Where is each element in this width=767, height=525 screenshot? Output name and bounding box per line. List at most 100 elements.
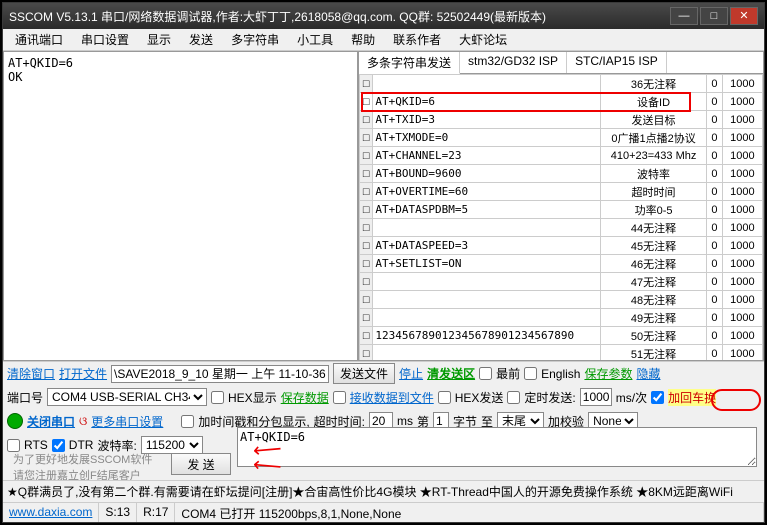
row-cmd[interactable]: AT+BOUND=9600: [373, 165, 601, 183]
row-send-button[interactable]: □: [360, 111, 373, 129]
row-cmd[interactable]: AT+DATASPEED=3: [373, 237, 601, 255]
row-cmd[interactable]: AT+QKID=6: [373, 93, 601, 111]
menu-小工具[interactable]: 小工具: [289, 29, 341, 50]
open-file-button[interactable]: 打开文件: [59, 365, 107, 382]
english-checkbox[interactable]: [524, 367, 537, 380]
row-ms[interactable]: 1000: [722, 291, 762, 309]
row-ms[interactable]: 1000: [722, 111, 762, 129]
row-cmd[interactable]: 123456789012345678901234567890: [373, 327, 601, 345]
row-ms[interactable]: 1000: [722, 219, 762, 237]
row-send-button[interactable]: □: [360, 255, 373, 273]
menu-串口设置[interactable]: 串口设置: [73, 29, 137, 50]
row-desc[interactable]: 50无注释: [600, 327, 706, 345]
row-desc[interactable]: 46无注释: [600, 255, 706, 273]
row-ms[interactable]: 1000: [722, 93, 762, 111]
row-desc[interactable]: 超时时间: [600, 183, 706, 201]
row-send-button[interactable]: □: [360, 93, 373, 111]
row-send-button[interactable]: □: [360, 165, 373, 183]
row-cmd[interactable]: [373, 219, 601, 237]
newest-checkbox[interactable]: [479, 367, 492, 380]
row-desc[interactable]: 发送目标: [600, 111, 706, 129]
row-ms[interactable]: 1000: [722, 273, 762, 291]
row-ms[interactable]: 1000: [722, 129, 762, 147]
stop-button[interactable]: 停止: [399, 365, 423, 382]
tab-0[interactable]: 多条字符串发送: [359, 52, 460, 74]
row-send-button[interactable]: □: [360, 327, 373, 345]
row-send-button[interactable]: □: [360, 237, 373, 255]
row-desc[interactable]: 51无注释: [600, 345, 706, 361]
row-ms[interactable]: 1000: [722, 255, 762, 273]
timestamp-checkbox[interactable]: [181, 415, 194, 428]
row-send-button[interactable]: □: [360, 183, 373, 201]
send-text-input[interactable]: [237, 427, 757, 467]
row-cmd[interactable]: [373, 291, 601, 309]
row-cmd[interactable]: AT+CHANNEL=23: [373, 147, 601, 165]
tab-1[interactable]: stm32/GD32 ISP: [460, 52, 567, 73]
row-ms[interactable]: 1000: [722, 183, 762, 201]
port-select[interactable]: COM4 USB-SERIAL CH340: [47, 388, 207, 406]
tab-2[interactable]: STC/IAP15 ISP: [567, 52, 667, 73]
row-desc[interactable]: 0广播1点播2协议: [600, 129, 706, 147]
more-settings-button[interactable]: 更多串口设置: [91, 413, 163, 430]
row-desc[interactable]: 设备ID: [600, 93, 706, 111]
row-send-button[interactable]: □: [360, 345, 373, 361]
row-ms[interactable]: 1000: [722, 309, 762, 327]
menu-显示[interactable]: 显示: [139, 29, 179, 50]
row-desc[interactable]: 410+23=433 Mhz: [600, 147, 706, 165]
menu-帮助[interactable]: 帮助: [343, 29, 383, 50]
menu-发送[interactable]: 发送: [181, 29, 221, 50]
row-cmd[interactable]: [373, 75, 601, 93]
row-desc[interactable]: 波特率: [600, 165, 706, 183]
row-cmd[interactable]: AT+OVERTIME=60: [373, 183, 601, 201]
row-cmd[interactable]: [373, 345, 601, 361]
row-ms[interactable]: 1000: [722, 237, 762, 255]
clear-send-button[interactable]: 清发送区: [427, 365, 475, 382]
row-send-button[interactable]: □: [360, 219, 373, 237]
row-cmd[interactable]: AT+DATASPDBM=5: [373, 201, 601, 219]
row-desc[interactable]: 功率0-5: [600, 201, 706, 219]
row-send-button[interactable]: □: [360, 129, 373, 147]
row-desc[interactable]: 45无注释: [600, 237, 706, 255]
hex-show-checkbox[interactable]: [211, 391, 224, 404]
row-cmd[interactable]: AT+TXMODE=0: [373, 129, 601, 147]
send-file-button[interactable]: 发送文件: [333, 363, 395, 384]
row-desc[interactable]: 49无注释: [600, 309, 706, 327]
output-area[interactable]: AT+QKID=6 OK: [3, 51, 358, 361]
menu-联系作者[interactable]: 联系作者: [385, 29, 449, 50]
row-ms[interactable]: 1000: [722, 327, 762, 345]
row-send-button[interactable]: □: [360, 147, 373, 165]
row-ms[interactable]: 1000: [722, 165, 762, 183]
clear-window-button[interactable]: 清除窗口: [7, 365, 55, 382]
row-send-button[interactable]: □: [360, 75, 373, 93]
hex-send-checkbox[interactable]: [438, 391, 451, 404]
row-cmd[interactable]: AT+TXID=3: [373, 111, 601, 129]
port-status-icon[interactable]: [7, 413, 23, 429]
row-send-button[interactable]: □: [360, 201, 373, 219]
row-cmd[interactable]: AT+SETLIST=ON: [373, 255, 601, 273]
row-ms[interactable]: 1000: [722, 75, 762, 93]
recv-file-checkbox[interactable]: [333, 391, 346, 404]
timed-ms-input[interactable]: [580, 388, 612, 406]
close-port-button[interactable]: 关闭串口: [27, 413, 75, 430]
row-ms[interactable]: 1000: [722, 147, 762, 165]
timed-send-checkbox[interactable]: [507, 391, 520, 404]
save-data-button[interactable]: 保存数据: [281, 389, 329, 406]
row-desc[interactable]: 44无注释: [600, 219, 706, 237]
minimize-button[interactable]: —: [670, 7, 698, 25]
row-send-button[interactable]: □: [360, 291, 373, 309]
row-desc[interactable]: 36无注释: [600, 75, 706, 93]
hide-button[interactable]: 隐藏: [636, 365, 660, 382]
status-url[interactable]: www.daxia.com: [3, 503, 99, 522]
row-ms[interactable]: 1000: [722, 201, 762, 219]
row-ms[interactable]: 1000: [722, 345, 762, 361]
close-button[interactable]: ✕: [730, 7, 758, 25]
send-button[interactable]: 发 送: [171, 453, 231, 475]
row-desc[interactable]: 47无注释: [600, 273, 706, 291]
row-desc[interactable]: 48无注释: [600, 291, 706, 309]
row-send-button[interactable]: □: [360, 309, 373, 327]
save-param-button[interactable]: 保存参数: [584, 365, 632, 382]
menu-通讯端口[interactable]: 通讯端口: [7, 29, 71, 50]
row-cmd[interactable]: [373, 309, 601, 327]
maximize-button[interactable]: □: [700, 7, 728, 25]
menu-大虾论坛[interactable]: 大虾论坛: [451, 29, 515, 50]
